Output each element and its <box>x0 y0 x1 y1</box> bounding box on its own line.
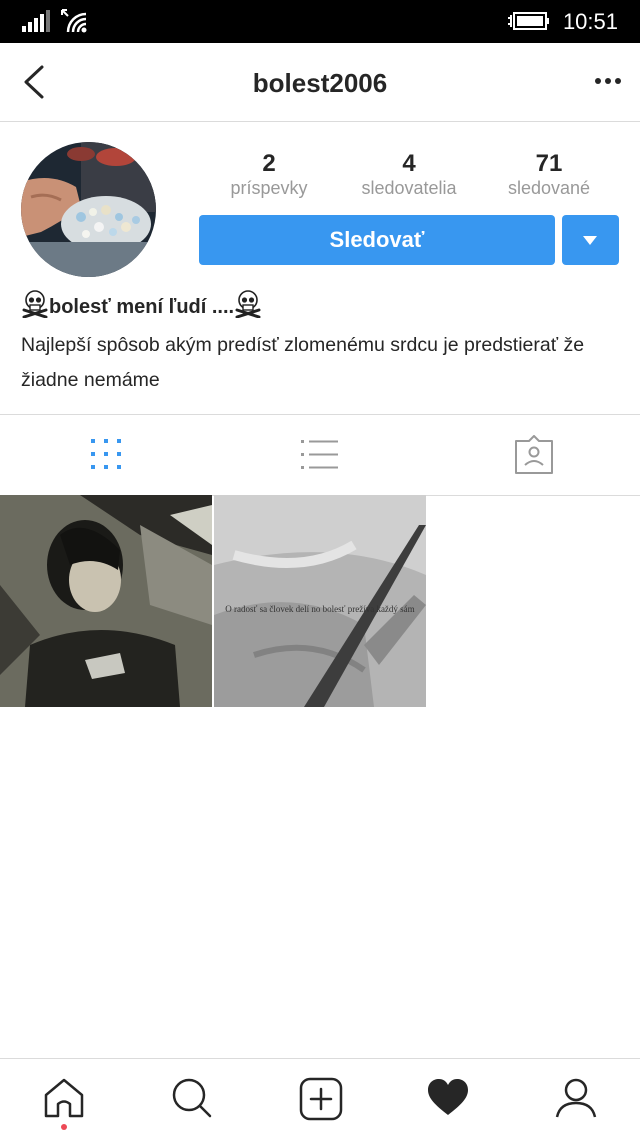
skull-crossbones-icon <box>235 290 261 318</box>
nav-profile[interactable] <box>512 1059 640 1139</box>
more-horizontal-icon[interactable] <box>594 67 622 95</box>
signal-icon <box>22 10 50 32</box>
bio-name: bolesť mení ľudí .... <box>21 290 262 319</box>
avatar-image <box>21 142 156 277</box>
stat-following-count: 71 <box>535 150 563 177</box>
profile-view-tabs <box>0 414 640 496</box>
wifi-icon <box>61 9 87 33</box>
page-title: bolest2006 <box>252 68 388 98</box>
follow-button[interactable]: Sledovať <box>199 215 555 265</box>
caret-down-icon <box>583 236 597 245</box>
grid-icon <box>91 439 121 469</box>
stat-followers-label: sledovatelia <box>361 178 457 198</box>
list-icon <box>301 440 338 469</box>
skull-crossbones-icon <box>22 290 48 318</box>
stat-posts[interactable]: 2 príspevky <box>199 150 339 198</box>
photo-thumbnail[interactable] <box>0 495 212 707</box>
search-icon <box>172 1078 212 1118</box>
bio-text: Najlepší spôsob akým predísť zlomenému s… <box>21 334 585 391</box>
nav-add[interactable] <box>256 1059 384 1139</box>
stat-posts-count: 2 <box>262 150 276 177</box>
photo-image: O radosť sa človek delí no bolesť prežív… <box>214 495 426 707</box>
stat-followers-count: 4 <box>402 150 416 177</box>
stat-following[interactable]: 71 sledované <box>479 150 619 198</box>
status-bar: 10:51 <box>0 0 640 43</box>
stat-posts-label: príspevky <box>230 178 308 198</box>
photo-thumbnail[interactable]: O radosť sa človek delí no bolesť prežív… <box>214 495 426 707</box>
clock: 10:51 <box>562 9 618 34</box>
tagged-icon <box>515 435 553 474</box>
notification-dot <box>61 1124 67 1130</box>
top-nav-bar: bolest2006 <box>0 43 640 122</box>
battery-icon <box>508 12 549 30</box>
photo-caption: O radosť sa človek delí no bolesť prežív… <box>225 604 414 614</box>
nav-activity[interactable] <box>384 1059 512 1139</box>
heart-icon <box>428 1079 468 1115</box>
stat-followers[interactable]: 4 sledovatelia <box>339 150 479 198</box>
suggestions-dropdown-button[interactable] <box>562 215 619 265</box>
photo-image <box>0 495 212 707</box>
home-icon <box>44 1078 84 1118</box>
tab-list[interactable] <box>213 415 426 495</box>
add-icon <box>299 1077 343 1121</box>
avatar[interactable] <box>21 142 156 277</box>
tab-grid[interactable] <box>0 415 213 495</box>
tab-tagged[interactable] <box>426 415 639 495</box>
bio-name-text: bolesť mení ľudí .... <box>49 296 235 318</box>
stat-following-label: sledované <box>507 178 591 198</box>
nav-home[interactable] <box>0 1059 128 1139</box>
profile-stats: 2 príspevky 4 sledovatelia 71 sledované <box>199 150 619 200</box>
bottom-nav-bar <box>0 1058 640 1139</box>
nav-search[interactable] <box>128 1059 256 1139</box>
profile-icon <box>555 1078 597 1118</box>
